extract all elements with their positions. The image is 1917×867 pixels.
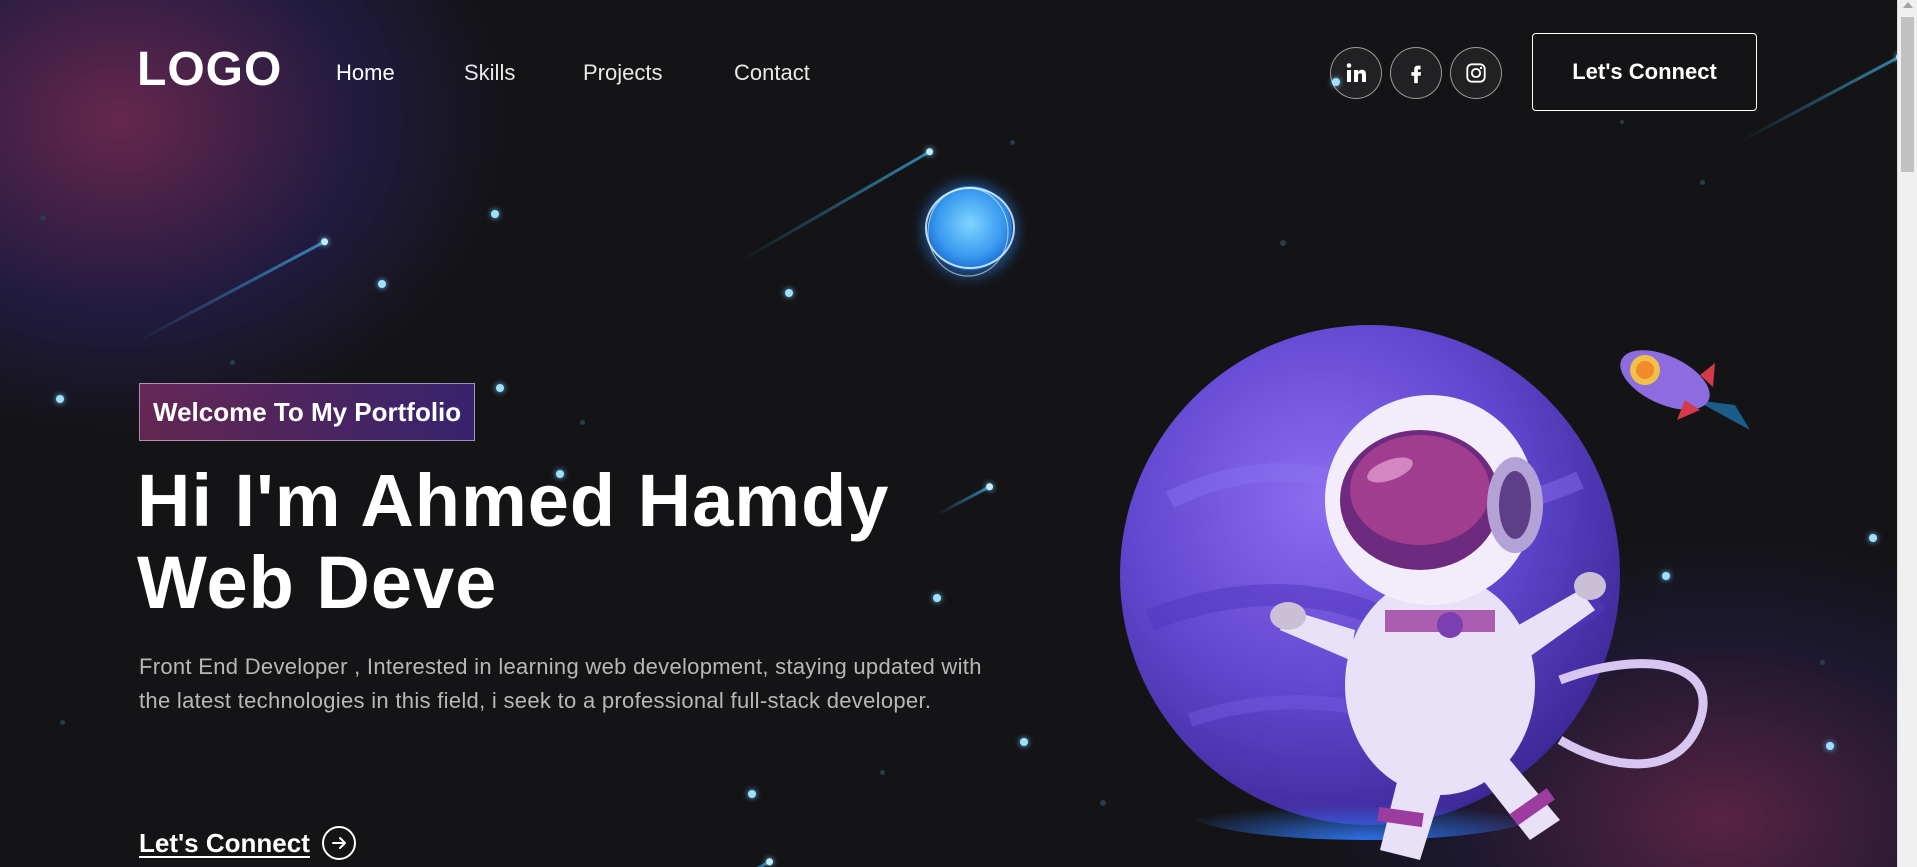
page-scrollbar[interactable]: [1897, 0, 1917, 867]
hero-headline: Hi I'm Ahmed Hamdy Web Deve: [137, 460, 1037, 624]
space-dust: [580, 420, 585, 425]
instagram-button[interactable]: [1450, 47, 1502, 99]
nav-link-home[interactable]: Home: [336, 60, 395, 86]
nav-link-projects[interactable]: Projects: [583, 60, 662, 86]
space-dust: [1280, 240, 1286, 246]
star: [1869, 534, 1877, 542]
nav-link-contact[interactable]: Contact: [734, 60, 810, 86]
linkedin-icon: [1346, 63, 1366, 82]
space-dust: [40, 215, 46, 221]
star: [378, 280, 386, 288]
headline-line-1: Hi I'm Ahmed Hamdy: [137, 459, 890, 542]
space-dust: [1010, 140, 1015, 145]
space-dust: [1820, 660, 1825, 665]
meteor: [738, 150, 931, 263]
logo[interactable]: LOGO: [137, 46, 282, 94]
star: [1826, 742, 1834, 750]
star: [56, 395, 64, 403]
star: [491, 210, 499, 218]
linkedin-button[interactable]: [1330, 47, 1382, 99]
star: [496, 384, 504, 392]
facebook-button[interactable]: [1390, 47, 1442, 99]
hero-description: Front End Developer , Interested in lear…: [139, 654, 982, 713]
instagram-icon: [1466, 63, 1486, 83]
scroll-thumb[interactable]: [1901, 17, 1914, 172]
space-dust: [880, 770, 885, 775]
meteor: [1740, 55, 1898, 143]
star: [785, 289, 793, 297]
hero-connect-label: Let's Connect: [139, 827, 310, 858]
space-dust: [1700, 180, 1705, 185]
meteor: [725, 860, 771, 867]
blue-planet-icon: [922, 182, 1018, 278]
tagline-badge: Welcome To My Portfolio: [139, 383, 476, 441]
space-dust: [1100, 800, 1106, 806]
headline-line-2: Web Deve: [137, 541, 498, 624]
astronaut-illustration-icon: [1270, 395, 1708, 860]
scroll-up-arrow-icon[interactable]: [1903, 2, 1913, 8]
space-dust: [60, 720, 65, 725]
meteor: [134, 240, 326, 344]
lets-connect-button[interactable]: Let's Connect: [1532, 33, 1757, 111]
space-dust: [1620, 120, 1624, 124]
arrow-right-circle-icon: [321, 826, 356, 860]
star: [748, 790, 756, 798]
nav-link-skills[interactable]: Skills: [464, 60, 515, 86]
star: [1020, 738, 1028, 746]
space-dust: [230, 360, 235, 365]
facebook-icon: [1411, 65, 1422, 84]
rocket-icon: [1620, 350, 1750, 430]
hero-connect-link[interactable]: Let's Connect: [139, 826, 356, 860]
